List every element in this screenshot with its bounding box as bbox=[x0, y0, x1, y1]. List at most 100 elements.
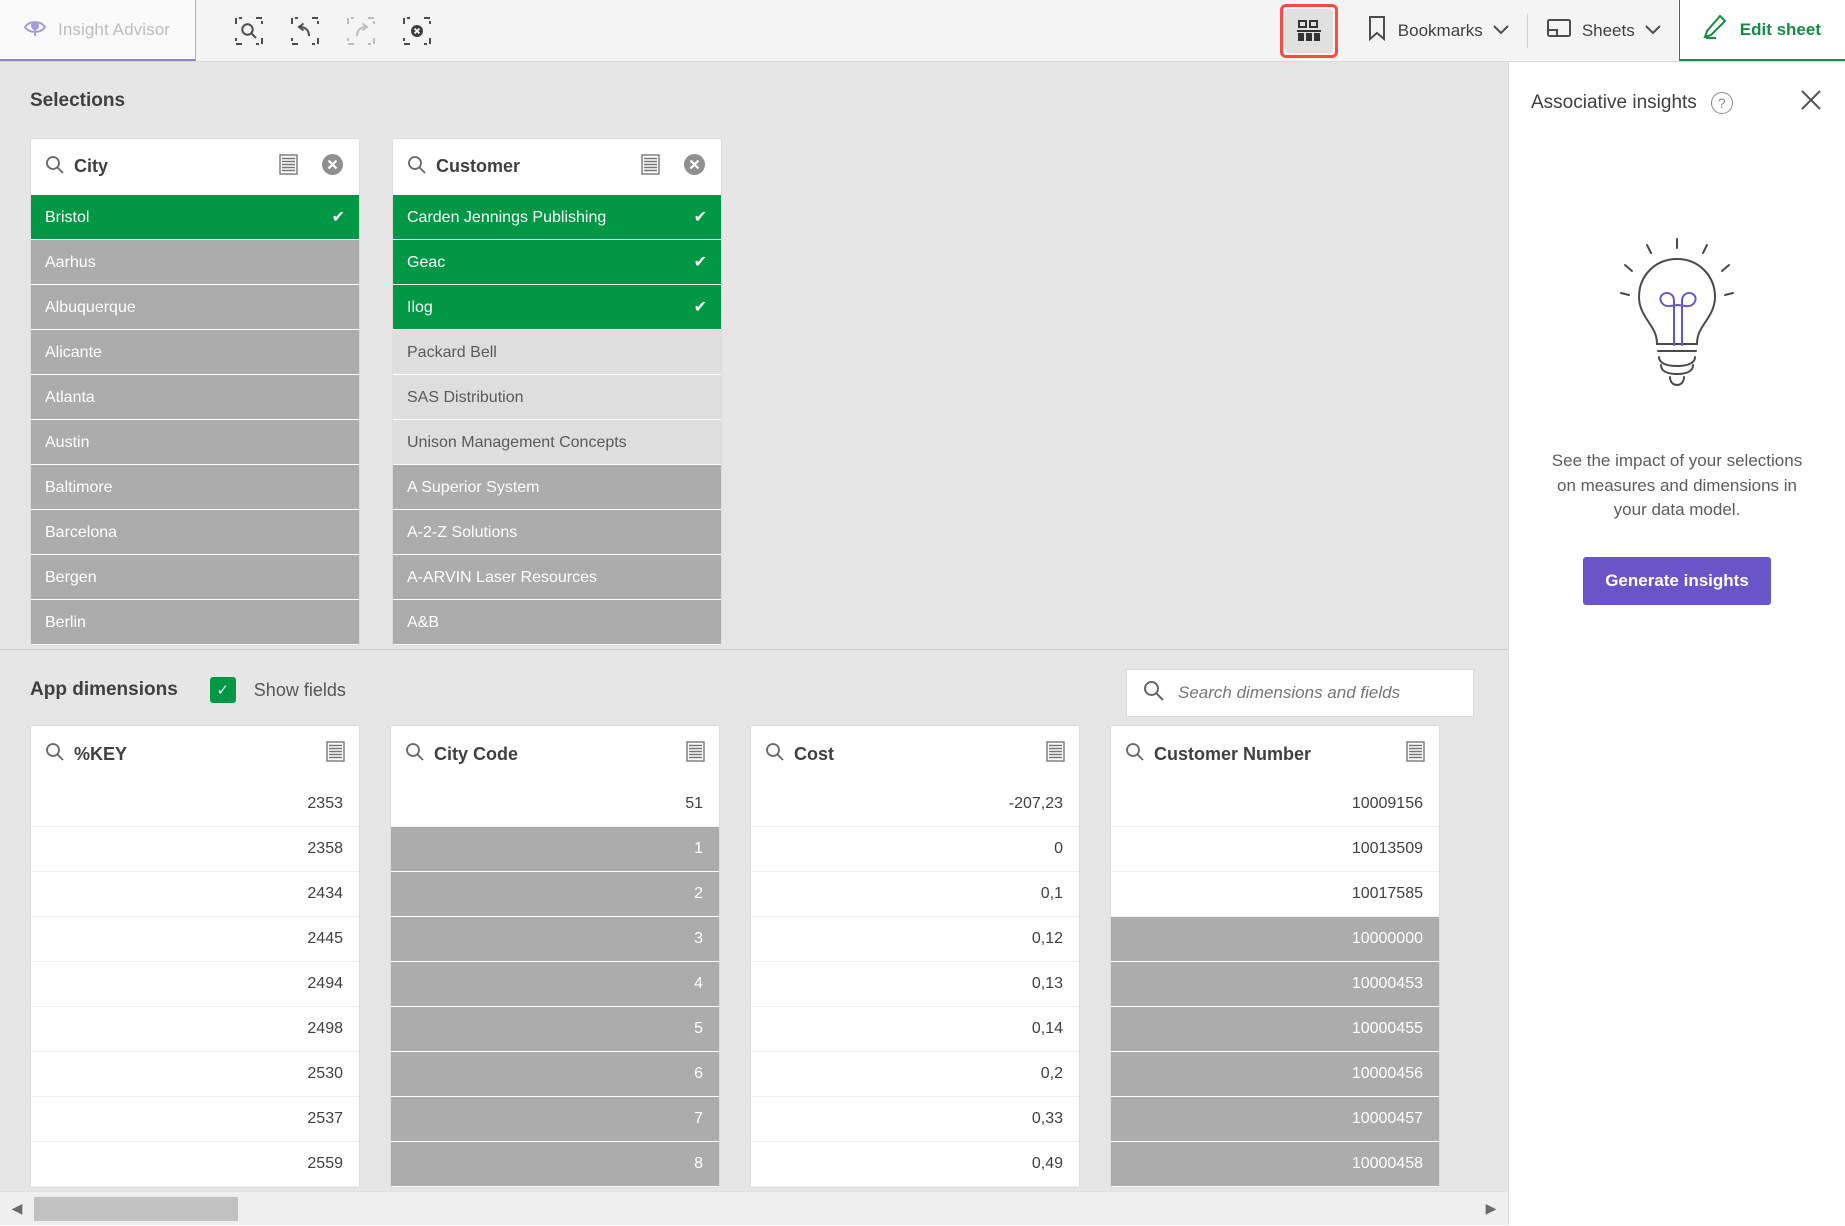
field-row[interactable]: 0 bbox=[751, 827, 1079, 872]
list-view-icon[interactable] bbox=[326, 741, 345, 767]
field-row[interactable]: 5 bbox=[391, 1007, 719, 1052]
dimensions-search-box[interactable] bbox=[1126, 669, 1474, 717]
clear-field-selection-icon[interactable] bbox=[682, 152, 707, 182]
listbox-row-label: Carden Jennings Publishing bbox=[407, 208, 607, 226]
field-row[interactable]: 0,33 bbox=[751, 1097, 1079, 1142]
clear-field-selection-icon[interactable] bbox=[320, 152, 345, 182]
listbox-row[interactable]: A Superior System bbox=[393, 465, 721, 510]
listbox-row[interactable]: Berlin bbox=[31, 600, 359, 645]
scrollbar-thumb[interactable] bbox=[34, 1196, 238, 1221]
listbox-row[interactable]: A&B bbox=[393, 600, 721, 645]
associative-insights-button[interactable] bbox=[1284, 8, 1333, 53]
field-row[interactable]: 10000455 bbox=[1111, 1007, 1439, 1052]
dimensions-search-input[interactable] bbox=[1178, 683, 1457, 703]
field-row[interactable]: 2445 bbox=[31, 917, 359, 962]
listbox-customer-title: Customer bbox=[436, 156, 521, 176]
listbox-row[interactable]: Packard Bell bbox=[393, 330, 721, 375]
scroll-right-arrow[interactable]: ▶ bbox=[1474, 1200, 1508, 1217]
field-row[interactable]: 2434 bbox=[31, 872, 359, 917]
field-row[interactable]: 2494 bbox=[31, 962, 359, 1007]
listbox-row[interactable]: Carden Jennings Publishing ✔ bbox=[393, 195, 721, 240]
clear-selections-icon[interactable] bbox=[400, 14, 434, 48]
bookmarks-button[interactable]: Bookmarks bbox=[1348, 0, 1527, 61]
show-fields-checkbox[interactable]: ✓ bbox=[209, 677, 236, 703]
scroll-left-arrow[interactable]: ◀ bbox=[0, 1200, 34, 1217]
listbox-row[interactable]: A-2-Z Solutions bbox=[393, 510, 721, 555]
list-view-icon[interactable] bbox=[279, 153, 298, 180]
listbox-customer-header[interactable]: Customer bbox=[393, 139, 721, 195]
listbox-row[interactable]: Albuquerque bbox=[31, 285, 359, 330]
insight-advisor-icon bbox=[22, 14, 48, 45]
field-row[interactable]: 10000000 bbox=[1111, 917, 1439, 962]
listbox-row[interactable]: Austin bbox=[31, 420, 359, 465]
listbox-row[interactable]: Bergen bbox=[31, 555, 359, 600]
listbox-row[interactable]: Geac ✔ bbox=[393, 240, 721, 285]
listbox-row[interactable]: Bristol ✔ bbox=[31, 195, 359, 240]
field-row[interactable]: 0,2 bbox=[751, 1052, 1079, 1097]
list-view-icon[interactable] bbox=[641, 153, 660, 180]
field-row[interactable]: 10000457 bbox=[1111, 1097, 1439, 1142]
step-forward-icon[interactable] bbox=[344, 14, 378, 48]
listbox-row[interactable]: A-ARVIN Laser Resources bbox=[393, 555, 721, 600]
field-row[interactable]: 2498 bbox=[31, 1007, 359, 1052]
field-row[interactable]: 4 bbox=[391, 962, 719, 1007]
generate-insights-button[interactable]: Generate insights bbox=[1583, 556, 1771, 605]
listbox-row[interactable]: Barcelona bbox=[31, 510, 359, 555]
listbox-row-label: A&B bbox=[407, 613, 440, 631]
field-row[interactable]: 7 bbox=[391, 1097, 719, 1142]
field-row[interactable]: 8 bbox=[391, 1142, 719, 1187]
field-row[interactable]: 0,14 bbox=[751, 1007, 1079, 1052]
list-view-icon[interactable] bbox=[1046, 741, 1065, 767]
field-row[interactable]: 10013509 bbox=[1111, 827, 1439, 872]
field-row[interactable]: 2537 bbox=[31, 1097, 359, 1142]
listbox-row[interactable]: Atlanta bbox=[31, 375, 359, 420]
associative-insights-panel: Associative insights ? See the impact of… bbox=[1508, 62, 1845, 1225]
field-row[interactable]: 3 bbox=[391, 917, 719, 962]
field-row[interactable]: -207,23 bbox=[751, 782, 1079, 827]
listbox-row[interactable]: Unison Management Concepts bbox=[393, 420, 721, 465]
fieldbox-city-code-header[interactable]: City Code bbox=[391, 726, 719, 782]
horizontal-scrollbar[interactable]: ◀ ▶ bbox=[0, 1191, 1508, 1225]
listbox-row[interactable]: Ilog ✔ bbox=[393, 285, 721, 330]
fieldbox-customer-number-header[interactable]: Customer Number bbox=[1111, 726, 1439, 782]
fieldbox-key-header[interactable]: %KEY bbox=[31, 726, 359, 782]
fieldbox-cost-header[interactable]: Cost bbox=[751, 726, 1079, 782]
field-row[interactable]: 0,12 bbox=[751, 917, 1079, 962]
field-row[interactable]: 1 bbox=[391, 827, 719, 872]
fieldbox-customer-number: Customer Number 10009156 10013509 1001758 bbox=[1110, 725, 1440, 1188]
listbox-row[interactable]: Aarhus bbox=[31, 240, 359, 285]
field-row-value: 10009156 bbox=[1351, 795, 1423, 812]
step-back-icon[interactable] bbox=[288, 14, 322, 48]
close-icon[interactable] bbox=[1799, 88, 1823, 117]
field-row[interactable]: 2 bbox=[391, 872, 719, 917]
insight-advisor-button[interactable]: Insight Advisor bbox=[0, 0, 196, 61]
sheets-button[interactable]: Sheets bbox=[1528, 0, 1679, 61]
field-row[interactable]: 2559 bbox=[31, 1142, 359, 1187]
help-icon[interactable]: ? bbox=[1710, 91, 1733, 114]
field-row[interactable]: 10009156 bbox=[1111, 782, 1439, 827]
field-row-value: 51 bbox=[685, 795, 703, 812]
listbox-row[interactable]: Baltimore bbox=[31, 465, 359, 510]
field-row[interactable]: 0,49 bbox=[751, 1142, 1079, 1187]
field-row[interactable]: 0,13 bbox=[751, 962, 1079, 1007]
field-row[interactable]: 2530 bbox=[31, 1052, 359, 1097]
listbox-city-header[interactable]: City bbox=[31, 139, 359, 195]
list-view-icon[interactable] bbox=[1406, 741, 1425, 767]
list-view-icon[interactable] bbox=[686, 741, 705, 767]
listbox-row[interactable]: SAS Distribution bbox=[393, 375, 721, 420]
field-row[interactable]: 2353 bbox=[31, 782, 359, 827]
smart-search-icon[interactable] bbox=[232, 14, 266, 48]
field-row-value: 8 bbox=[694, 1155, 703, 1172]
field-row[interactable]: 6 bbox=[391, 1052, 719, 1097]
field-row[interactable]: 10000453 bbox=[1111, 962, 1439, 1007]
listbox-row[interactable]: Alicante bbox=[31, 330, 359, 375]
field-row[interactable]: 51 bbox=[391, 782, 719, 827]
edit-sheet-button[interactable]: Edit sheet bbox=[1678, 0, 1845, 61]
field-row[interactable]: 10017585 bbox=[1111, 872, 1439, 917]
field-row[interactable]: 10000456 bbox=[1111, 1052, 1439, 1097]
field-row[interactable]: 2358 bbox=[31, 827, 359, 872]
field-row[interactable]: 10000458 bbox=[1111, 1142, 1439, 1187]
scrollbar-track[interactable] bbox=[34, 1192, 1474, 1226]
field-row[interactable]: 0,1 bbox=[751, 872, 1079, 917]
